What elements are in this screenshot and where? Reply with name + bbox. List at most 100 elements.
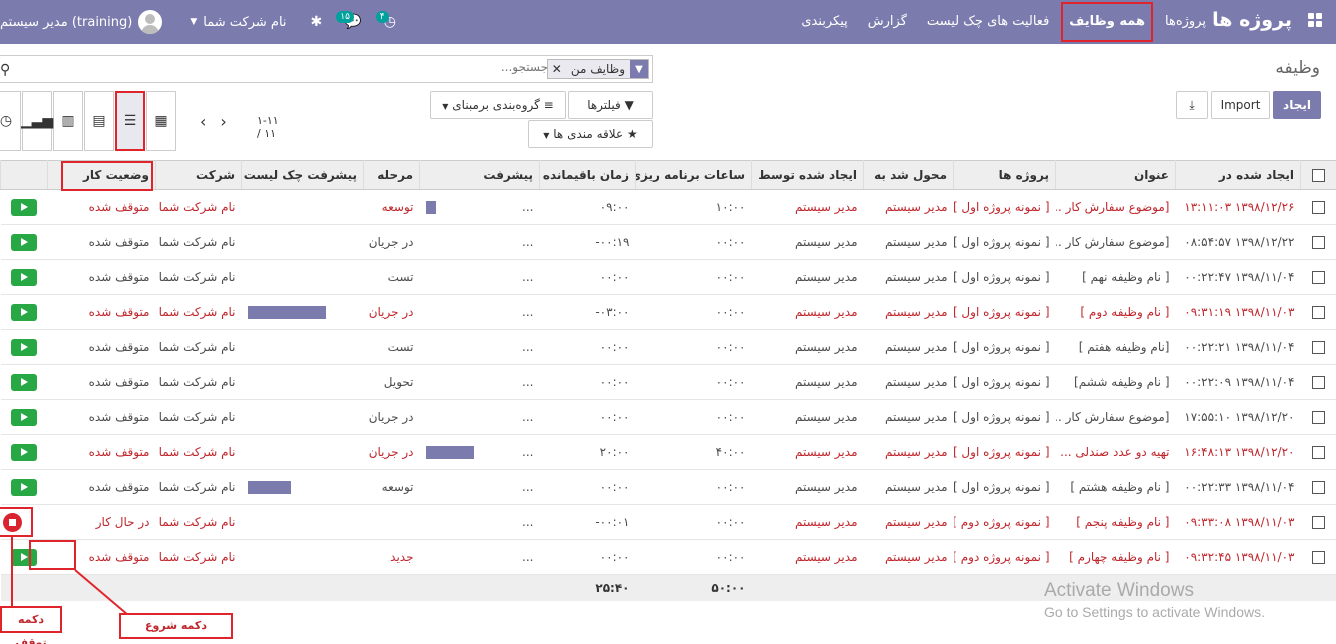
- start-timer-button[interactable]: [11, 233, 37, 251]
- cell-assigned-to: مدیر سیستم: [863, 189, 954, 225]
- pivot-view-button[interactable]: ▥: [53, 91, 83, 151]
- pager-value[interactable]: ۱-۱۱ / ۱۱: [257, 114, 279, 140]
- cell-stage: تست: [363, 259, 420, 295]
- start-timer-button[interactable]: [11, 373, 37, 391]
- row-checkbox[interactable]: [1300, 539, 1336, 575]
- company-switcher[interactable]: ▼ نام شرکت شما: [190, 15, 286, 30]
- row-checkbox[interactable]: [1300, 259, 1336, 295]
- bug-icon[interactable]: ✱: [311, 14, 323, 30]
- col-project[interactable]: پروژه ها: [953, 160, 1056, 190]
- create-button[interactable]: ایجاد: [1273, 91, 1321, 119]
- cell-company: نام شرکت شما: [155, 329, 242, 365]
- user-menu[interactable]: مدیر سیستم (training): [0, 10, 163, 34]
- cell-remaining-time: ۰۰:۰۰: [539, 329, 636, 365]
- menu-projects[interactable]: پروژه‌ها: [1155, 0, 1216, 44]
- filter-icon: ▼: [624, 98, 634, 112]
- cell-checklist-progress: [241, 189, 364, 225]
- row-checkbox[interactable]: [1300, 364, 1336, 400]
- pager-prev-icon[interactable]: ‹: [200, 112, 206, 131]
- calendar-view-button[interactable]: ▤: [84, 91, 114, 151]
- row-checkbox[interactable]: [1300, 224, 1336, 260]
- row-checkbox[interactable]: [1300, 329, 1336, 365]
- row-checkbox[interactable]: [1300, 504, 1336, 540]
- chat-icon[interactable]: ۱۵ 💬: [336, 11, 362, 30]
- col-remaining-time[interactable]: زمان باقیمانده: [539, 160, 636, 190]
- col-progress[interactable]: پیشرفت: [419, 160, 540, 190]
- clock-icon[interactable]: ۴ ◷: [375, 11, 396, 30]
- cell-remaining-time: ۰۰:۰۰: [539, 364, 636, 400]
- table-row[interactable]: ۱۳۹۸/۱۱/۰۴ ۰۰:۲۲:۴۷[ نام وظیفه نهم ][ نم…: [0, 259, 1336, 295]
- table-row[interactable]: ۱۳۹۸/۱۲/۲۲ ۰۸:۵۴:۵۷ [موضوع سفارش کار ...[…: [0, 224, 1336, 260]
- caret-down-icon: ▼: [190, 17, 198, 27]
- cell-remaining-time: ۰۰:۰۰: [539, 399, 636, 435]
- table-row[interactable]: ۱۳۹۸/۱۱/۰۳ ۰۹:۳۱:۱۹[ نام وظیفه دوم ][ نم…: [0, 294, 1336, 330]
- cell-assigned-to: مدیر سیستم: [863, 294, 954, 330]
- table-row[interactable]: ۱۳۹۸/۱۲/۲۰ ۱۶:۴۸:۱۳ تهیه دو عدد صندلی ...…: [0, 434, 1336, 470]
- import-button[interactable]: Import: [1211, 91, 1270, 119]
- progress-dots: ...: [522, 340, 534, 354]
- table-row[interactable]: ۱۳۹۸/۱۱/۰۴ ۰۰:۲۲:۲۱ [نام وظیفه هفتم ][ نم…: [0, 329, 1336, 365]
- col-create-date[interactable]: ایجاد شده در: [1175, 160, 1301, 190]
- menu-checklist-activities[interactable]: فعالیت های چک لیست: [917, 0, 1059, 44]
- favorites-dropdown[interactable]: ★ علاقه مندی ها ▼: [528, 120, 653, 148]
- cell-planned-hours: ۰۰:۰۰: [635, 539, 752, 575]
- start-timer-button[interactable]: [11, 443, 37, 461]
- start-timer-button[interactable]: [11, 478, 37, 496]
- menu-reporting[interactable]: گزارش: [858, 0, 917, 44]
- cell-project: [ نمونه پروژه اول ]: [953, 364, 1056, 400]
- start-button-highlight: [29, 540, 76, 570]
- cell-stage: جدید: [363, 539, 420, 575]
- filters-dropdown[interactable]: ▼ فیلترها: [568, 91, 653, 119]
- groupby-dropdown[interactable]: ≡ گروه‌بندی برمبنای ▼: [430, 91, 566, 119]
- table-row[interactable]: ۱۳۹۸/۱۲/۲۶ ۱۳:۱۱:۰۳ [موضوع سفارش کار ...[…: [0, 189, 1336, 225]
- row-checkbox[interactable]: [1300, 294, 1336, 330]
- list-view-button[interactable]: ☰: [115, 91, 145, 151]
- list-icon: ☰: [123, 113, 137, 129]
- start-timer-button[interactable]: [11, 408, 37, 426]
- menu-all-tasks[interactable]: همه وظایف: [1059, 0, 1155, 44]
- start-timer-button[interactable]: [11, 338, 37, 356]
- cell-created-by: مدیر سیستم: [751, 329, 864, 365]
- cell-project: [ نمونه پروژه اول ]: [953, 329, 1056, 365]
- col-checklist-progress[interactable]: پیشرفت چک لیست: [241, 160, 364, 190]
- row-checkbox[interactable]: [1300, 434, 1336, 470]
- bar-chart-icon: ▁▃▅: [20, 113, 54, 129]
- cell-planned-hours: ۰۰:۰۰: [635, 224, 752, 260]
- kanban-view-button[interactable]: ▦: [146, 91, 176, 151]
- cell-progress: ...: [419, 189, 540, 225]
- cell-work-status: متوقف شده: [47, 294, 156, 330]
- start-timer-button[interactable]: [11, 303, 37, 321]
- cell-title: [ نام وظیفه نهم ]: [1055, 259, 1176, 295]
- row-checkbox[interactable]: [1300, 469, 1336, 505]
- cell-create-date: ۱۳۹۸/۱۱/۰۴ ۰۰:۲۲:۰۹: [1175, 364, 1301, 400]
- start-timer-button[interactable]: [11, 268, 37, 286]
- row-checkbox[interactable]: [1300, 399, 1336, 435]
- table-row[interactable]: ۱۳۹۸/۱۱/۰۳ ۰۹:۳۲:۴۵[ نام وظیفه چهارم ][ …: [0, 539, 1336, 575]
- col-assigned-to[interactable]: محول شد به: [863, 160, 954, 190]
- remove-facet-icon[interactable]: ✕: [548, 62, 566, 76]
- download-button[interactable]: ⤓: [1176, 91, 1208, 119]
- table-row[interactable]: ۱۳۹۸/۱۲/۲۰ ۱۷:۵۵:۱۰ [موضوع سفارش کار ...[…: [0, 399, 1336, 435]
- start-timer-button[interactable]: [11, 198, 37, 216]
- cell-planned-hours: ۰۰:۰۰: [635, 259, 752, 295]
- table-row[interactable]: ۱۳۹۸/۱۱/۰۴ ۰۰:۲۲:۰۹[ نام وظیفه ششم][ نمو…: [0, 364, 1336, 400]
- cell-action: [0, 259, 48, 295]
- graph-view-button[interactable]: ▁▃▅: [20, 91, 54, 151]
- row-checkbox[interactable]: [1300, 189, 1336, 225]
- col-planned-hours[interactable]: ساعات برنامه ریزی ...: [635, 160, 752, 190]
- apps-menu-icon[interactable]: [1308, 13, 1322, 27]
- search-input[interactable]: [128, 60, 548, 74]
- cell-created-by: مدیر سیستم: [751, 259, 864, 295]
- col-title[interactable]: عنوان: [1055, 160, 1176, 190]
- col-created-by[interactable]: ایجاد شده توسط: [751, 160, 864, 190]
- search-icon[interactable]: ⚲: [0, 62, 10, 78]
- pager-next-icon[interactable]: ›: [220, 112, 226, 131]
- col-company[interactable]: شرکت: [155, 160, 242, 190]
- select-all-checkbox[interactable]: [1300, 160, 1336, 190]
- col-stage[interactable]: مرحله: [363, 160, 420, 190]
- activity-view-button[interactable]: ◷: [0, 91, 21, 151]
- table-row[interactable]: ۱۳۹۸/۱۱/۰۴ ۰۰:۲۲:۳۳[ نام وظیفه هشتم ][ ن…: [0, 469, 1336, 505]
- menu-configuration[interactable]: پیکربندی: [791, 0, 857, 44]
- page-title: وظیفه: [1275, 58, 1320, 78]
- table-row[interactable]: ۱۳۹۸/۱۱/۰۳ ۰۹:۳۳:۰۸[ نام وظیفه پنجم ][ ن…: [0, 504, 1336, 540]
